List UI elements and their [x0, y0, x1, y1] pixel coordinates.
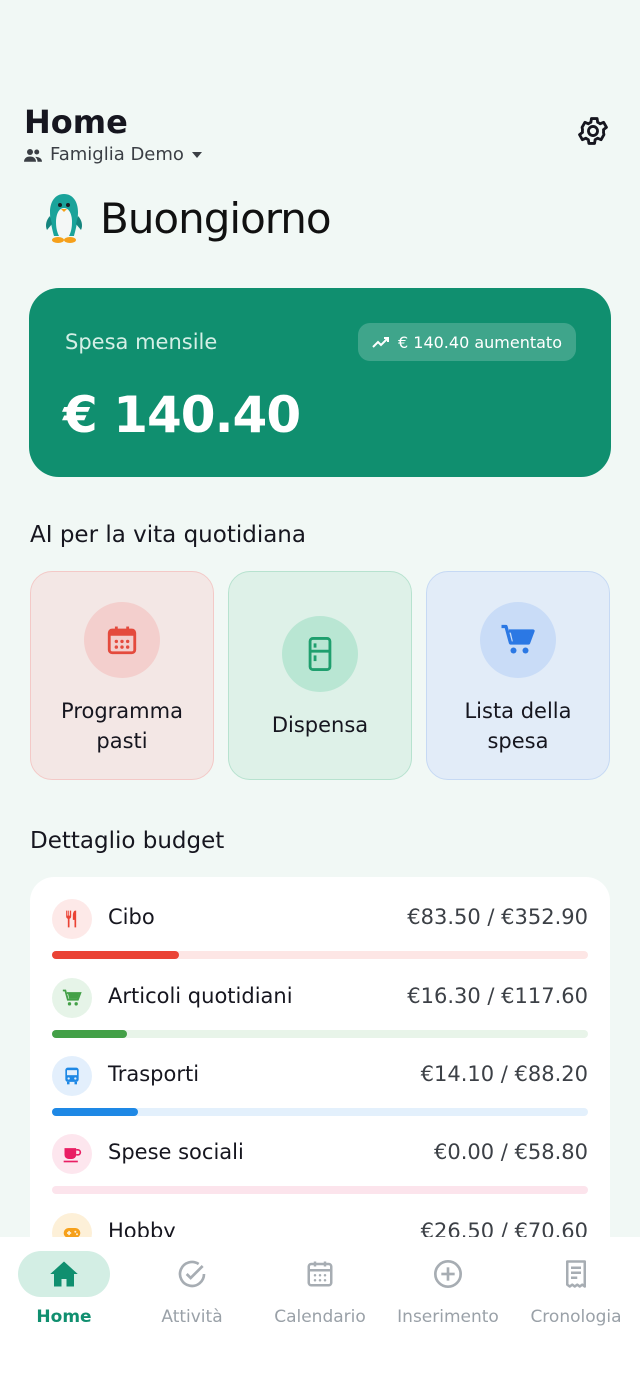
trend-badge: € 140.40 aumentato	[358, 323, 576, 361]
budget-section-title: Dettaglio budget	[30, 828, 225, 854]
meal-plan-icon-circle	[84, 602, 160, 678]
shopping-list-icon-circle	[480, 602, 556, 678]
budget-list: Cibo €83.50 / €352.90 Articoli quotidian…	[30, 877, 610, 1297]
budget-category-name: Trasporti	[108, 1062, 200, 1086]
budget-progress-fill	[52, 1030, 127, 1038]
cup-icon	[63, 1148, 82, 1163]
cart-icon	[501, 624, 535, 654]
budget-progress-track	[52, 951, 588, 959]
greeting-text: Buongiorno	[100, 193, 332, 243]
budget-progress-track	[52, 1186, 588, 1194]
pantry-card[interactable]: Dispensa	[228, 571, 412, 780]
budget-progress-fill	[52, 1108, 138, 1116]
family-name: Famiglia Demo	[50, 144, 184, 165]
budget-row-social[interactable]: Spese sociali €0.00 / €58.80	[52, 1134, 588, 1198]
budget-row-icon	[52, 1134, 92, 1174]
calendar-icon	[107, 626, 137, 655]
budget-amount: €14.10 / €88.20	[420, 1062, 588, 1086]
budget-progress-fill	[52, 951, 180, 959]
ai-section-title: AI per la vita quotidiana	[30, 522, 306, 548]
trending-up-icon	[372, 337, 389, 348]
greeting: Buongiorno	[44, 192, 332, 244]
budget-row-icon	[52, 978, 92, 1018]
fridge-icon	[308, 637, 332, 671]
nav-home-pill	[18, 1251, 110, 1297]
nav-input-label: Inserimento	[397, 1307, 499, 1327]
utensils-icon	[66, 910, 77, 928]
shopping-list-label: Lista della spesa	[464, 699, 572, 753]
shopping-list-card[interactable]: Lista della spesa	[426, 571, 610, 780]
nav-home-label: Home	[36, 1307, 92, 1327]
nav-activities[interactable]: Attività	[128, 1251, 256, 1327]
nav-calendar-pill	[274, 1251, 366, 1297]
budget-category-name: Spese sociali	[108, 1140, 244, 1164]
page-title: Home	[24, 103, 128, 141]
nav-history-pill	[530, 1251, 622, 1297]
budget-row-transport[interactable]: Trasporti €14.10 / €88.20	[52, 1056, 588, 1120]
nav-input-pill	[402, 1251, 494, 1297]
cart-icon	[62, 989, 82, 1006]
meal-plan-label: Programma pasti	[61, 699, 183, 753]
check-circle-icon	[178, 1260, 206, 1288]
nav-home[interactable]: Home	[0, 1251, 128, 1327]
budget-progress-track	[52, 1030, 588, 1038]
budget-category-name: Articoli quotidiani	[108, 984, 293, 1008]
budget-row-icon	[52, 1056, 92, 1096]
nav-activities-label: Attività	[161, 1307, 223, 1327]
budget-row-daily-items[interactable]: Articoli quotidiani €16.30 / €117.60	[52, 978, 588, 1042]
nav-activities-pill	[146, 1251, 238, 1297]
plus-circle-icon	[434, 1260, 462, 1288]
budget-category-name: Cibo	[108, 905, 155, 929]
pantry-label: Dispensa	[271, 713, 369, 737]
meal-plan-card[interactable]: Programma pasti	[30, 571, 214, 780]
people-icon	[24, 148, 42, 162]
nav-history-label: Cronologia	[530, 1307, 622, 1327]
spending-amount: € 140.40	[63, 386, 301, 444]
gear-icon[interactable]	[576, 114, 610, 148]
calendar-icon	[307, 1261, 333, 1287]
bottom-navigation: Home Attività Calendario Inserimento Cro…	[0, 1237, 640, 1391]
bus-icon	[65, 1067, 79, 1085]
budget-amount: €83.50 / €352.90	[407, 905, 588, 929]
budget-amount: €0.00 / €58.80	[433, 1140, 588, 1164]
caret-down-icon	[191, 151, 202, 158]
nav-calendar-label: Calendario	[274, 1307, 366, 1327]
budget-amount: €16.30 / €117.60	[407, 984, 588, 1008]
spending-label: Spesa mensile	[65, 330, 218, 354]
budget-row-food[interactable]: Cibo €83.50 / €352.90	[52, 899, 588, 963]
nav-calendar[interactable]: Calendario	[256, 1251, 384, 1327]
receipt-icon	[566, 1260, 586, 1288]
penguin-mascot-icon	[46, 194, 82, 243]
family-selector[interactable]: Famiglia Demo	[24, 144, 616, 165]
monthly-spending-card[interactable]: Spesa mensile € 140.40 € 140.40 aumentat…	[29, 288, 611, 477]
trend-text: € 140.40 aumentato	[398, 332, 562, 352]
budget-progress-track	[52, 1108, 588, 1116]
nav-input[interactable]: Inserimento	[384, 1251, 512, 1327]
pantry-icon-circle	[282, 616, 358, 692]
home-icon	[50, 1261, 78, 1287]
nav-history[interactable]: Cronologia	[512, 1251, 640, 1327]
budget-row-icon	[52, 899, 92, 939]
app-header: Home Famiglia Demo	[24, 102, 616, 165]
